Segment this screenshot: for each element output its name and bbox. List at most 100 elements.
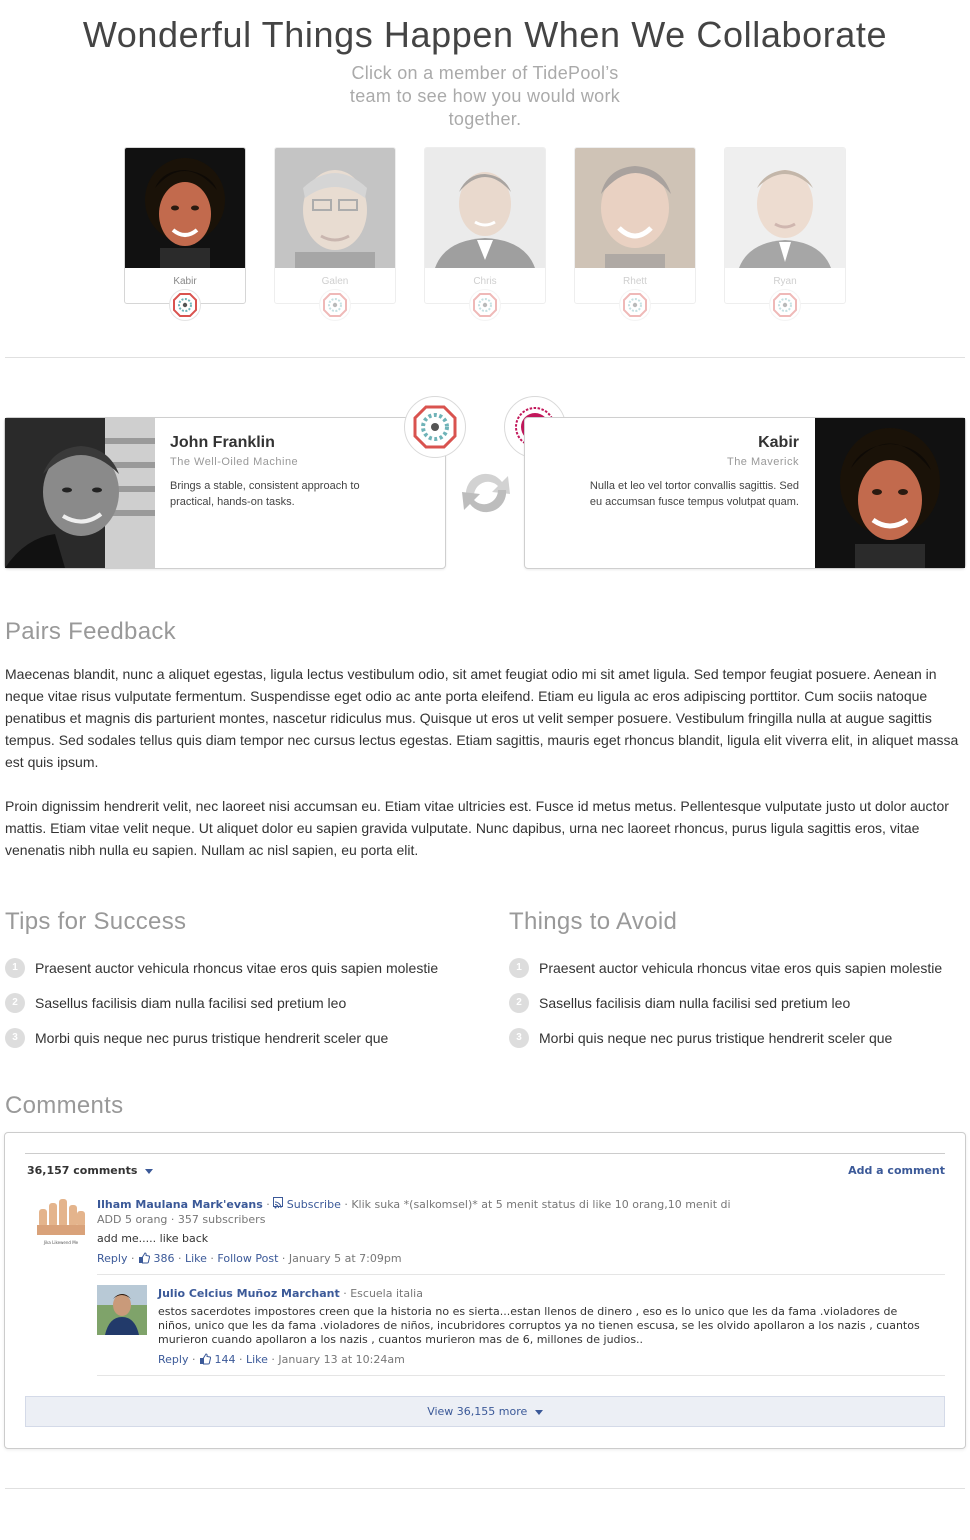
pair-photo-right [815,418,965,568]
list-item: 3 Morbi quis neque nec purus tristique h… [509,1028,969,1063]
view-more-label: View 36,155 more [427,1405,528,1418]
pair-card-right: Kabir The Maverick Nulla et leo vel tort… [524,417,966,569]
comment-date: · January 13 at 10:24am [271,1353,405,1366]
team-member-photo [425,148,545,268]
team-member-photo [725,148,845,268]
like-count[interactable]: 144 [214,1353,235,1366]
avoid-text: Morbi quis neque nec purus tristique hen… [539,1030,893,1046]
comments-title: Comments [5,1092,124,1119]
team-member-card-galen[interactable]: Galen [274,147,396,321]
tips-title: Tips for Success [5,908,187,935]
tip-text: Praesent auctor vehicula rhoncus vitae e… [35,960,439,976]
swap-arrows-icon[interactable] [458,468,514,518]
octagon-badge-icon [469,289,501,321]
pair-card-left: John Franklin The Well-Oiled Machine Bri… [4,417,446,569]
comment-body: estos sacerdotes impostores creen que la… [158,1305,920,1346]
team-member-name: Ryan [773,276,797,287]
like-link[interactable]: Like [185,1252,207,1265]
step-number-badge: 2 [5,993,25,1013]
page-title: Wonderful Things Happen When We Collabor… [82,14,888,55]
comment-header: Ilham Maulana Mark'evans · Subscribe · K… [97,1197,731,1211]
octagon-badge-icon [619,289,651,321]
view-more-comments-button[interactable]: View 36,155 more [25,1396,945,1427]
comment-tagline: · Escuela italia [343,1287,423,1300]
footer-divider [5,1488,965,1489]
team-member-name: Chris [473,276,497,287]
team-member-card-kabir[interactable]: Kabir [124,147,246,321]
commenter-avatar[interactable] [97,1285,147,1335]
tip-text: Morbi quis neque nec purus tristique hen… [35,1030,389,1046]
reply-divider [97,1375,945,1376]
list-item: 2 Sasellus facilisis diam nulla facilisi… [5,993,465,1028]
comment-header: Julio Celcius Muñoz Marchant · Escuela i… [158,1286,423,1302]
list-item: 3 Morbi quis neque nec purus tristique h… [5,1028,465,1063]
comment-date: · January 5 at 7:09pm [281,1252,402,1265]
pair-photo-left [5,418,155,568]
reply-divider [97,1274,945,1275]
comment-count-label: 36,157 comments [27,1164,138,1177]
svg-text:Jika Likewend Me: Jika Likewend Me [43,1240,79,1245]
rss-icon [273,1197,284,1209]
team-member-name: Kabir [173,276,197,287]
team-member-card-chris[interactable]: Chris [424,147,546,321]
like-link[interactable]: Like [246,1353,268,1366]
list-item: 1 Praesent auctor vehicula rhoncus vitae… [509,958,969,993]
feedback-paragraph: Proin dignissim hendrerit velit, nec lao… [5,798,949,858]
octagon-badge-icon [404,396,466,458]
pair-left-description: Brings a stable, consistent approach to … [170,480,360,508]
comment-author-link[interactable]: Ilham Maulana Mark'evans [97,1198,263,1211]
list-item: 2 Sasellus facilisis diam nulla facilisi… [509,993,969,1028]
comment-body: add me..... like back [97,1232,209,1245]
comments-top-rule [25,1153,945,1154]
reply-link[interactable]: Reply [97,1252,127,1265]
comment-actions: Reply · 144 · Like · January 13 at 10:24… [158,1352,405,1370]
step-number-badge: 3 [5,1028,25,1048]
add-comment-link[interactable]: Add a comment [848,1164,945,1177]
page-subtitle: Click on a member of TidePool’s team to … [349,63,621,129]
section-divider [5,357,965,358]
team-member-photo [575,148,695,268]
list-item: 1 Praesent auctor vehicula rhoncus vitae… [5,958,465,993]
caret-down-icon [534,1409,543,1415]
comment-tagline: · Klik suka *(salkomsel)* at 5 menit sta… [344,1198,731,1211]
team-member-card-rhett[interactable]: Rhett [574,147,696,321]
team-member-photo [275,148,395,268]
step-number-badge: 3 [509,1028,529,1048]
reply-link[interactable]: Reply [158,1353,188,1366]
comment-count-dropdown[interactable]: 36,157 comments [27,1164,154,1177]
step-number-badge: 1 [509,958,529,978]
comment-author-link[interactable]: Julio Celcius Muñoz Marchant [158,1287,340,1300]
pair-right-name: Kabir [758,434,799,451]
commenter-avatar[interactable]: Jika Likewend Me [35,1195,87,1247]
octagon-badge-icon [319,289,351,321]
caret-down-icon [145,1168,154,1174]
follow-post-link[interactable]: Follow Post [217,1252,278,1265]
team-member-card-ryan[interactable]: Ryan [724,147,846,321]
octagon-badge-icon [769,289,801,321]
team-member-name: Galen [321,276,349,287]
avoid-text: Sasellus facilisis diam nulla facilisi s… [539,995,851,1011]
tips-list: 1 Praesent auctor vehicula rhoncus vitae… [5,958,465,1063]
avoid-title: Things to Avoid [509,908,678,935]
thumbs-up-icon [138,1252,150,1269]
avoid-text: Praesent auctor vehicula rhoncus vitae e… [539,960,943,976]
step-number-badge: 1 [5,958,25,978]
thumbs-up-icon [199,1353,211,1370]
team-member-name: Rhett [623,276,647,287]
pair-right-description: Nulla et leo vel tortor convallis sagitt… [589,480,799,508]
feedback-paragraph: Maecenas blandit, nunc a aliquet egestas… [5,666,959,770]
pair-left-role: The Well-Oiled Machine [170,456,299,468]
pair-left-name: John Franklin [170,434,275,451]
like-count[interactable]: 386 [153,1252,174,1265]
subscribe-link[interactable]: Subscribe [287,1198,341,1211]
step-number-badge: 2 [509,993,529,1013]
avoid-list: 1 Praesent auctor vehicula rhoncus vitae… [509,958,969,1063]
feedback-title: Pairs Feedback [5,618,176,645]
octagon-badge-icon [169,289,201,321]
tip-text: Sasellus facilisis diam nulla facilisi s… [35,995,347,1011]
pair-right-role: The Maverick [726,456,799,468]
comment-actions: Reply · 386 · Like · Follow Post · Janua… [97,1251,402,1269]
team-member-photo [125,148,245,268]
comment-subline: ADD 5 orang · 357 subscribers [97,1213,266,1226]
comments-widget: 36,157 comments Add a comment Jika Likew… [4,1132,966,1449]
